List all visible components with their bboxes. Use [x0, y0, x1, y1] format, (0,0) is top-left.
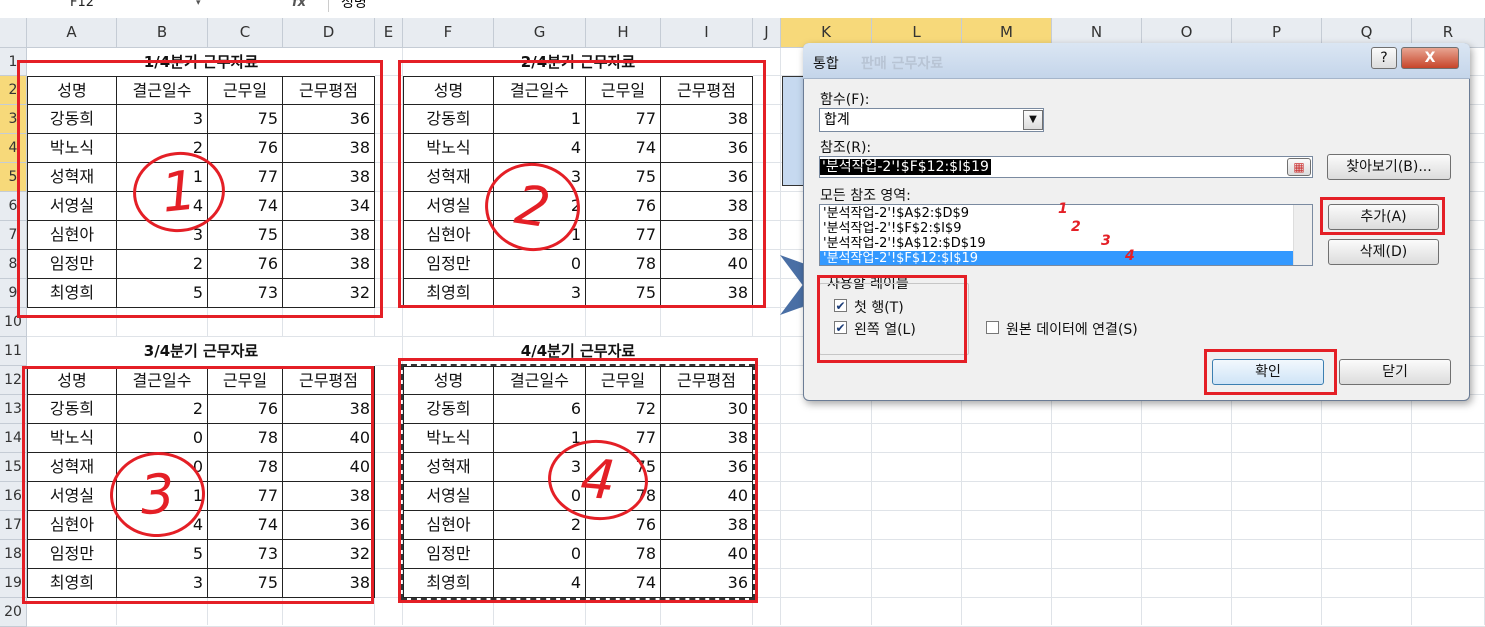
list-scrollbar[interactable]: [1293, 205, 1312, 265]
help-button[interactable]: ?: [1371, 47, 1397, 69]
reference-list-item[interactable]: '분석작업-2'!$A$2:$D$9: [820, 206, 1293, 221]
column-header-h[interactable]: H: [586, 18, 661, 48]
red-highlight-add: [1320, 197, 1445, 235]
column-header-g[interactable]: G: [494, 18, 586, 48]
all-references-label: 모든 참조 영역:: [820, 188, 911, 204]
reference-input[interactable]: '분석작업-2'!$F$12:$I$19: [819, 156, 1313, 178]
red-highlight-ok: [1204, 349, 1337, 395]
column-header-j[interactable]: J: [753, 18, 781, 48]
function-select[interactable]: 합계: [819, 108, 1044, 132]
function-label: 함수(F):: [820, 92, 870, 108]
dialog-handwritten-mark-3: 3: [1101, 233, 1111, 249]
dropdown-arrow-icon[interactable]: ▼: [1023, 110, 1043, 130]
reference-list-item[interactable]: '분석작업-2'!$A$12:$D$19: [820, 236, 1293, 251]
close-icon[interactable]: X: [1401, 47, 1459, 69]
link-source-checkbox[interactable]: [986, 321, 999, 334]
reference-list-item[interactable]: '분석작업-2'!$F$12:$I$19: [820, 251, 1293, 265]
table-title-3: 3/4분기 근무자료: [27, 337, 375, 366]
column-header-i[interactable]: I: [661, 18, 753, 48]
name-box-arrow-icon[interactable]: ▾: [196, 0, 208, 10]
dialog-handwritten-mark-2: 2: [1071, 219, 1081, 235]
reference-list-item[interactable]: '분석작업-2'!$F$2:$I$9: [820, 221, 1293, 236]
link-source-label: 원본 데이터에 연결(S): [1006, 322, 1138, 338]
fx-icon[interactable]: fx: [292, 0, 316, 12]
browse-button[interactable]: 찾아보기(B)...: [1327, 154, 1451, 180]
formula-bar[interactable]: 성명: [328, 0, 1485, 12]
dialog-handwritten-mark-1: 1: [1058, 201, 1068, 217]
column-header-e[interactable]: E: [375, 18, 403, 48]
column-header-f[interactable]: F: [403, 18, 494, 48]
column-header-d[interactable]: D: [283, 18, 375, 48]
spreadsheet: F12 ▾ fx 성명 A B C D E F G H I J K L M N O P Q R 1 2 3 4 5 6 7 8 9 10 11 1…: [0, 0, 1485, 627]
column-header-a[interactable]: A: [27, 18, 117, 48]
column-header-c[interactable]: C: [208, 18, 283, 48]
row-header-11[interactable]: 11: [0, 337, 27, 366]
red-highlight-table-2: [398, 60, 766, 308]
dialog-title-ghost: 판매 근무자료: [861, 56, 944, 72]
delete-button[interactable]: 삭제(D): [1328, 239, 1439, 265]
name-box[interactable]: F12: [0, 0, 200, 12]
reference-selected-text: '분석작업-2'!$F$12:$I$19: [820, 159, 991, 175]
dialog-close-button[interactable]: 닫기: [1339, 359, 1451, 385]
select-all-corner[interactable]: [0, 18, 27, 48]
dialog-handwritten-mark-4: 4: [1125, 248, 1135, 264]
reference-label: 참조(R):: [820, 140, 872, 156]
range-picker-icon[interactable]: ▦: [1287, 158, 1311, 176]
column-header-b[interactable]: B: [117, 18, 208, 48]
red-highlight-labels: [817, 275, 967, 363]
